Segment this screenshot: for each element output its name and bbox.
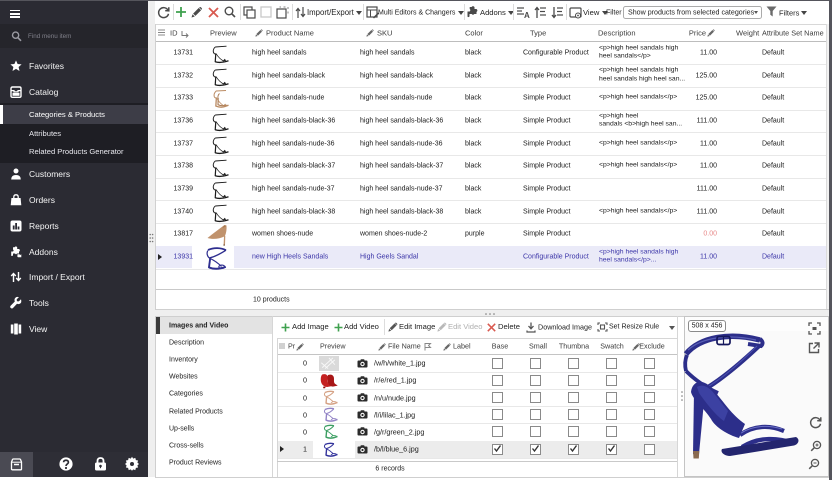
svg-text:A: A [524,11,530,20]
